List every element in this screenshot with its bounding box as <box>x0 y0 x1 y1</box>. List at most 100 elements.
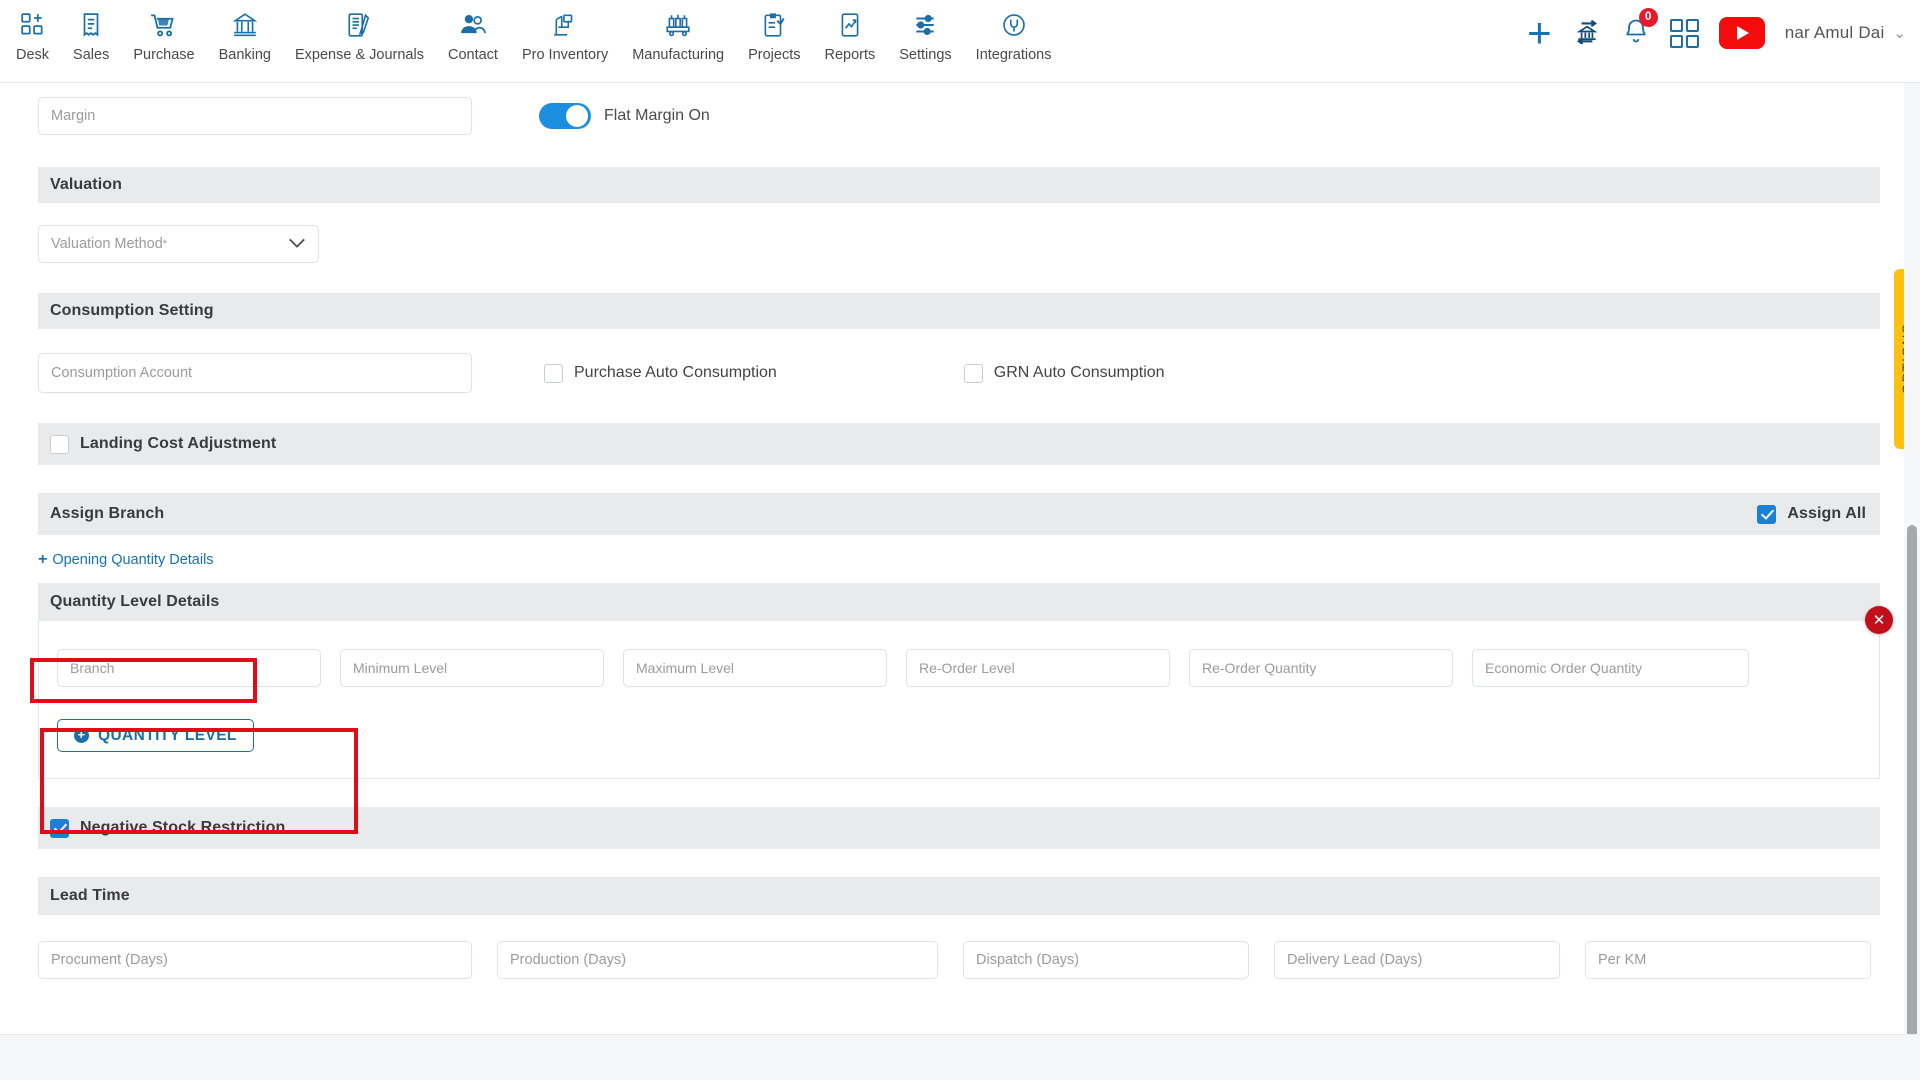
flat-margin-label: Flat Margin On <box>604 107 710 124</box>
landing-cost-label: Landing Cost Adjustment <box>80 435 277 452</box>
purchase-auto-consumption-label: Purchase Auto Consumption <box>574 364 777 381</box>
nav-label: Sales <box>73 47 110 63</box>
landing-cost-row[interactable]: Landing Cost Adjustment <box>50 434 277 454</box>
plug-icon <box>1001 8 1027 42</box>
assign-all-row[interactable]: Assign All <box>1757 504 1866 524</box>
re-order-level-input[interactable]: Re-Order Level <box>906 649 1170 687</box>
plus-icon: + <box>38 551 48 568</box>
flat-margin-toggle[interactable] <box>539 103 591 129</box>
add-quantity-level-button[interactable]: + QUANTITY LEVEL <box>57 719 254 752</box>
nav-label: Desk <box>16 47 50 63</box>
nav-label: Contact <box>447 47 498 63</box>
branch-input[interactable]: Branch <box>57 649 321 687</box>
nav-item-purchase[interactable]: Purchase <box>121 8 206 63</box>
sliders-icon <box>912 8 938 42</box>
notification-count-badge: 0 <box>1638 7 1658 27</box>
nav-item-integrations[interactable]: Integrations <box>964 8 1064 63</box>
opening-quantity-details-link[interactable]: + Opening Quantity Details <box>38 551 214 569</box>
desk-icon <box>20 8 46 42</box>
production-days-placeholder: Production (Days) <box>510 952 627 968</box>
consumption-title: Consumption Setting <box>50 302 214 319</box>
nav-label: Integrations <box>975 47 1052 63</box>
user-menu[interactable]: nar Amul Dai ⌄ <box>1785 23 1906 43</box>
consumption-account-placeholder: Consumption Account <box>51 365 193 381</box>
nav-label: Settings <box>899 47 952 63</box>
people-icon <box>459 8 487 42</box>
grn-auto-consumption-row[interactable]: GRN Auto Consumption <box>963 363 1165 383</box>
lead-time-fields-row: Procument (Days) Production (Days) Dispa… <box>38 915 1880 979</box>
purchase-auto-consumption-checkbox[interactable] <box>544 363 563 383</box>
add-new-icon[interactable]: + <box>1527 12 1552 54</box>
valuation-title: Valuation <box>50 176 123 193</box>
nav-label: Manufacturing <box>632 47 725 63</box>
minimum-level-placeholder: Minimum Level <box>353 660 448 676</box>
nav-item-sales[interactable]: Sales <box>61 8 121 63</box>
nav-label: Pro Inventory <box>521 47 609 63</box>
assign-all-checkbox[interactable] <box>1757 504 1777 524</box>
re-order-level-placeholder: Re-Order Level <box>919 660 1015 676</box>
economic-order-quantity-input[interactable]: Economic Order Quantity <box>1472 649 1749 687</box>
cart-icon <box>150 8 177 42</box>
chevron-down-icon: ⌄ <box>1893 25 1906 42</box>
nav-label: Purchase <box>133 47 195 63</box>
landing-cost-checkbox[interactable] <box>50 434 69 454</box>
page-body: Margin Flat Margin On Valuation Valuatio… <box>0 83 1920 1080</box>
nav-item-contact[interactable]: Contact <box>436 8 510 63</box>
bank-transfer-icon[interactable] <box>1572 18 1602 49</box>
consumption-account-input[interactable]: Consumption Account <box>38 353 472 393</box>
youtube-icon[interactable] <box>1718 17 1765 49</box>
nav-item-desk[interactable]: Desk <box>4 8 61 63</box>
economic-order-quantity-placeholder: Economic Order Quantity <box>1485 660 1643 676</box>
grn-auto-consumption-checkbox[interactable] <box>963 363 983 383</box>
lead-time-title: Lead Time <box>50 887 130 904</box>
valuation-method-placeholder: Valuation Method <box>51 236 163 252</box>
plus-circle-icon: + <box>74 728 89 743</box>
procurement-days-input[interactable]: Procument (Days) <box>38 941 472 979</box>
nav-right-actions: + 0 nar Amul Dai ⌄ <box>1527 0 1920 66</box>
page-scrollbar-thumb[interactable] <box>1907 525 1917 1040</box>
nav-item-settings[interactable]: Settings <box>887 8 963 63</box>
user-name-label: nar Amul Dai <box>1784 23 1885 42</box>
add-quantity-level-row: + QUANTITY LEVEL <box>57 719 1861 752</box>
valuation-method-select[interactable]: Valuation Method * <box>38 225 319 263</box>
delete-quantity-level-row-button[interactable]: ✕ <box>1865 606 1893 634</box>
nav-item-banking[interactable]: Banking <box>207 8 283 63</box>
dispatch-days-placeholder: Dispatch (Days) <box>976 952 1080 968</box>
dispatch-days-input[interactable]: Dispatch (Days) <box>963 941 1249 979</box>
assign-all-label: Assign All <box>1787 505 1866 522</box>
clipboard-icon <box>761 8 787 42</box>
notifications-bell-icon[interactable]: 0 <box>1622 7 1658 50</box>
valuation-row: Valuation Method * <box>38 203 1880 263</box>
quantity-level-panel: ✕ Branch Minimum Level Maximum Level Re-… <box>38 606 1893 779</box>
nav-item-expense-journals[interactable]: Expense & Journals <box>283 8 436 63</box>
opening-quantity-label: Opening Quantity Details <box>52 552 214 568</box>
apps-grid-icon[interactable] <box>1669 18 1699 48</box>
negative-stock-row[interactable]: Negative Stock Restriction <box>50 818 285 838</box>
factory-cart-icon <box>664 8 692 42</box>
nav-item-projects[interactable]: Projects <box>736 8 812 63</box>
re-order-quantity-input[interactable]: Re-Order Quantity <box>1189 649 1453 687</box>
nav-label: Banking <box>218 47 271 63</box>
margin-input[interactable]: Margin <box>38 97 472 135</box>
inventory-icon <box>552 8 578 42</box>
nav-label: Expense & Journals <box>295 47 424 63</box>
purchase-auto-consumption-row[interactable]: Purchase Auto Consumption <box>544 363 777 383</box>
top-navigation-bar: Desk Sales Purchase Banking Expense & Jo… <box>0 0 1920 83</box>
nav-item-manufacturing[interactable]: Manufacturing <box>620 8 736 63</box>
chevron-down-icon <box>288 236 306 253</box>
nav-item-pro-inventory[interactable]: Pro Inventory <box>510 8 620 63</box>
page-scrollbar-track[interactable] <box>1904 83 1920 1080</box>
nav-label: Projects <box>748 47 801 63</box>
negative-stock-checkbox[interactable] <box>50 818 69 838</box>
quantity-level-section-header: Quantity Level Details <box>38 583 1880 621</box>
nav-item-reports[interactable]: Reports <box>812 8 887 63</box>
minimum-level-input[interactable]: Minimum Level <box>340 649 604 687</box>
production-days-input[interactable]: Production (Days) <box>497 941 938 979</box>
delivery-lead-days-input[interactable]: Delivery Lead (Days) <box>1274 941 1560 979</box>
assign-branch-title: Assign Branch <box>50 505 165 522</box>
per-km-input[interactable]: Per KM <box>1585 941 1871 979</box>
maximum-level-input[interactable]: Maximum Level <box>623 649 887 687</box>
negative-stock-section[interactable]: Negative Stock Restriction <box>38 807 1880 849</box>
page-bottom-strip <box>0 1034 1920 1080</box>
landing-cost-section[interactable]: Landing Cost Adjustment <box>38 423 1880 465</box>
